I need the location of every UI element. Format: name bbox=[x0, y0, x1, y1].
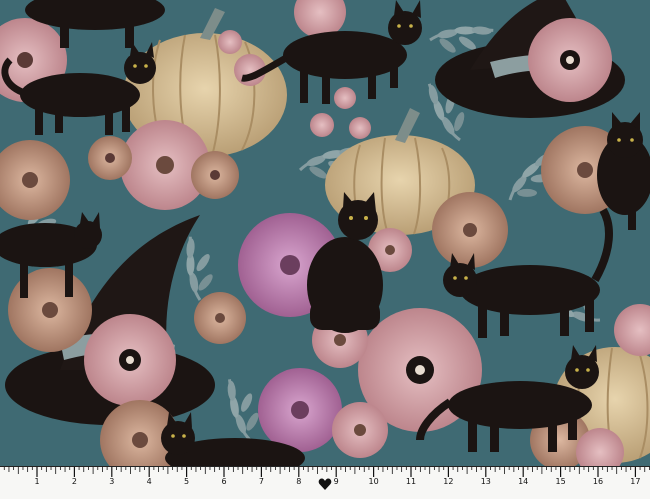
ruler-label: 4 bbox=[146, 477, 152, 486]
ruler-label: 7 bbox=[258, 477, 264, 486]
ruler-label: 9 bbox=[333, 477, 339, 486]
flower-icon bbox=[191, 151, 239, 199]
ruler-label: 13 bbox=[480, 477, 491, 486]
ruler-label: 17 bbox=[630, 477, 641, 486]
flower-icon bbox=[258, 368, 342, 452]
ruler-label: 16 bbox=[592, 477, 604, 486]
ruler-label: 2 bbox=[71, 477, 77, 486]
flower-icon bbox=[528, 18, 612, 102]
ruler-label: 14 bbox=[518, 477, 529, 486]
flower-icon bbox=[88, 136, 132, 180]
flower-icon bbox=[84, 314, 176, 406]
ruler-label: 5 bbox=[184, 477, 190, 486]
ruler-label: 6 bbox=[221, 477, 227, 486]
flower-icon bbox=[332, 402, 388, 458]
ruler-label: 11 bbox=[405, 477, 417, 486]
ruler-label: 15 bbox=[555, 477, 566, 486]
ruler-label: 12 bbox=[443, 477, 454, 486]
flower-icon bbox=[432, 192, 508, 268]
fabric-print bbox=[0, 0, 650, 470]
heart-icon bbox=[318, 478, 332, 490]
fabric-photo: 1 2 3 4 5 6 7 8 9 10 11 12 13 14 15 16 17 bbox=[0, 0, 650, 499]
ruler-label: 8 bbox=[296, 477, 302, 486]
ruler-label: 1 bbox=[34, 477, 40, 486]
ruler-label: 10 bbox=[368, 477, 379, 486]
flower-icon bbox=[194, 292, 246, 344]
ruler-label: 3 bbox=[109, 477, 115, 486]
